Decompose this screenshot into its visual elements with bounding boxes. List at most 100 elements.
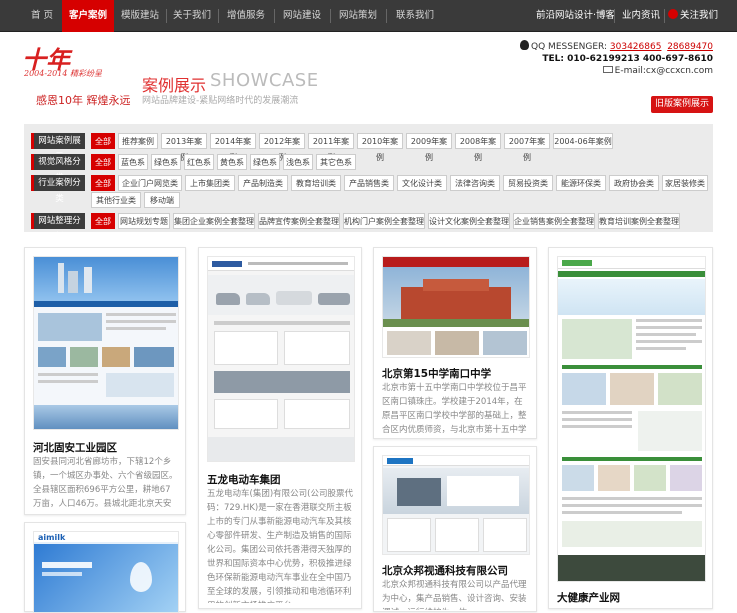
case-card[interactable]: 北京第15中学南口中学 北京市第十五中学南口中学校位于昌平区南口镇珠庄。学校建于… [373,247,537,439]
filter-option[interactable]: 上市集团类 [185,175,235,191]
filter-option[interactable]: 2013年案例 [161,133,207,162]
contact-info: QQ MESSENGER: 303426865 28689470 TEL: 01… [520,40,713,77]
filter-option-all[interactable]: 全部 [91,213,115,229]
email-text: E-mail:cx@ccxcn.com [614,66,713,76]
email-line: E-mail:cx@ccxcn.com [520,65,713,77]
filter-option[interactable]: 黄色系 [217,154,247,170]
filter-option[interactable]: 其他行业类 [91,192,141,208]
follow-us-link[interactable]: 关注我们 [668,0,718,32]
filter-label: 网站整理分析 [31,213,85,242]
ten-years-logo: 十年 [22,40,142,90]
filter-option[interactable]: 政府协会类 [609,175,659,191]
qq-label: QQ MESSENGER: [531,42,608,52]
filter-option[interactable]: 产品制造类 [238,175,288,191]
filter-option[interactable]: 能源环保类 [556,175,606,191]
filter-option[interactable]: 教育培训类 [291,175,341,191]
qq-link-1[interactable]: 303426865 [610,42,662,52]
logo-years-text: 2004-2014 精彩纷呈 [24,69,102,78]
filter-label: 行业案例分类 [31,175,85,204]
filter-option[interactable]: 蓝色系 [118,154,148,170]
industry-news-link[interactable]: 业内资讯 [622,0,660,32]
case-description: 固安县同河北省廊坊市，下辖12个乡镇，一个城区办事处、六个省级园区。全县辖区面积… [33,457,178,509]
thumb-brand-text: aimilk [38,533,66,542]
filter-option[interactable]: 家居装修类 [662,175,708,191]
case-card[interactable]: aimilk [24,522,186,613]
case-title[interactable]: 北京众邦视通科技有限公司 [382,563,508,578]
case-description: 五龙电动车(集团)有限公司(公司股票代码：729.HK)是一家在香港联交所主板上… [207,489,353,603]
page-header: 十年 2004-2014 精彩纷呈 感恩10年 辉煌永远 案例展示 SHOWCA… [0,32,737,118]
page-subtitle: 网站品牌建设-紧贴网络时代的发展潮流 [142,96,299,106]
filter-option[interactable]: 文化设计类 [397,175,447,191]
filter-option[interactable]: 2009年案例 [406,133,452,162]
top-navigation-bar: 首 页 客户案例 模版建站 关于我们 增值服务 网站建设 网站策划 联系我们 前… [0,0,737,32]
filter-option[interactable]: 品牌宣传案例全套整理 [258,213,340,229]
nav-item-about[interactable]: 关于我们 [166,0,218,32]
case-thumbnail[interactable] [382,455,530,555]
filter-option-all[interactable]: 全部 [91,175,115,191]
nav-item-home[interactable]: 首 页 [22,0,62,32]
filter-option[interactable]: 法律咨询类 [450,175,500,191]
case-description: 北京市第十五中学南口中学校位于昌平区南口镇珠庄。学校建于2014年，在原昌平区南… [382,383,527,435]
filter-option[interactable]: 绿色系 [250,154,280,170]
nav-item-templates[interactable]: 模版建站 [114,0,166,32]
logo-slogan: 感恩10年 辉煌永远 [36,94,131,107]
filter-label: 视觉风格分类 [31,154,85,183]
filter-option[interactable]: 2004-06年案例 [553,133,613,149]
mail-icon [602,66,613,73]
telephone: TEL: 010-62199213 400-697-8610 [542,54,713,64]
filter-option[interactable]: 教育培训案例全套整理 [598,213,680,229]
qq-line: QQ MESSENGER: 303426865 28689470 [520,40,713,53]
filter-option[interactable]: 机构门户案例全套整理 [343,213,425,229]
old-cases-button[interactable]: 旧版案例展示 [651,96,713,113]
case-thumbnail[interactable] [557,256,706,582]
case-thumbnail[interactable] [207,256,355,462]
nav-item-web-building[interactable]: 网站建设 [274,0,330,32]
filter-option[interactable]: 2014年案例 [210,133,256,162]
filter-option[interactable]: 企业门户网览类 [118,175,182,191]
nav-divider [664,9,665,23]
filter-option[interactable]: 2010年案例 [357,133,403,162]
nav-item-value-added[interactable]: 增值服务 [218,0,274,32]
nav-item-planning[interactable]: 网站策划 [330,0,386,32]
filter-option[interactable]: 企业销售案例全套整理 [513,213,595,229]
case-card[interactable]: 五龙电动车集团 五龙电动车(集团)有限公司(公司股票代码：729.HK)是一家在… [198,247,362,609]
filter-option[interactable]: 2012年案例 [259,133,305,162]
filter-option[interactable]: 网站规划专题 [118,213,170,229]
filter-option[interactable]: 产品销售类 [344,175,394,191]
case-title[interactable]: 北京第15中学南口中学 [382,366,491,381]
follow-icon [668,9,678,19]
filter-option[interactable]: 集团企业案例全套整理 [173,213,255,229]
filter-option[interactable]: 贸易投资类 [503,175,553,191]
follow-label: 关注我们 [680,10,719,21]
case-card[interactable]: 大健康产业网 [548,247,713,609]
filter-label: 网站案例展示 [31,133,85,162]
page-title-en: SHOWCASE [210,70,319,91]
qq-link-2[interactable]: 28689470 [667,42,713,52]
case-description: 北京众邦视通科技有限公司以产品代理为中心，集产品销售、设计咨询、安装调试、运行维… [382,580,527,610]
filter-option-all[interactable]: 全部 [91,154,115,170]
filter-option[interactable]: 绿色系 [151,154,181,170]
case-title[interactable]: 五龙电动车集团 [207,472,281,487]
nav-item-contact[interactable]: 联系我们 [386,0,444,32]
case-card[interactable]: 北京众邦视通科技有限公司 北京众邦视通科技有限公司以产品代理为中心，集产品销售、… [373,446,537,612]
filter-option-all[interactable]: 全部 [91,133,115,149]
filter-option[interactable]: 2011年案例 [308,133,354,162]
nav-divider [614,9,615,23]
case-thumbnail[interactable]: aimilk [33,531,179,613]
nav-item-cases[interactable]: 客户案例 [62,0,114,32]
blog-link[interactable]: 前沿网站设计·博客 [536,0,615,32]
filter-option[interactable]: 红色系 [184,154,214,170]
filter-option[interactable]: 浅色系 [283,154,313,170]
filter-option[interactable]: 推荐案例 [118,133,158,149]
filter-option[interactable]: 其它色系 [316,154,356,170]
case-thumbnail[interactable] [382,256,530,358]
filter-option[interactable]: 2008年案例 [455,133,501,162]
case-card[interactable]: 河北固安工业园区 固安县同河北省廊坊市，下辖12个乡镇，一个城区办事处、六个省级… [24,247,186,515]
case-title[interactable]: 大健康产业网 [557,590,620,605]
case-thumbnail[interactable] [33,256,179,430]
qq-icon [520,40,530,50]
filter-option[interactable]: 2007年案例 [504,133,550,162]
filter-option[interactable]: 设计文化案例全套整理 [428,213,510,229]
case-title[interactable]: 河北固安工业园区 [33,440,117,455]
filter-option[interactable]: 移动端 [144,192,180,208]
